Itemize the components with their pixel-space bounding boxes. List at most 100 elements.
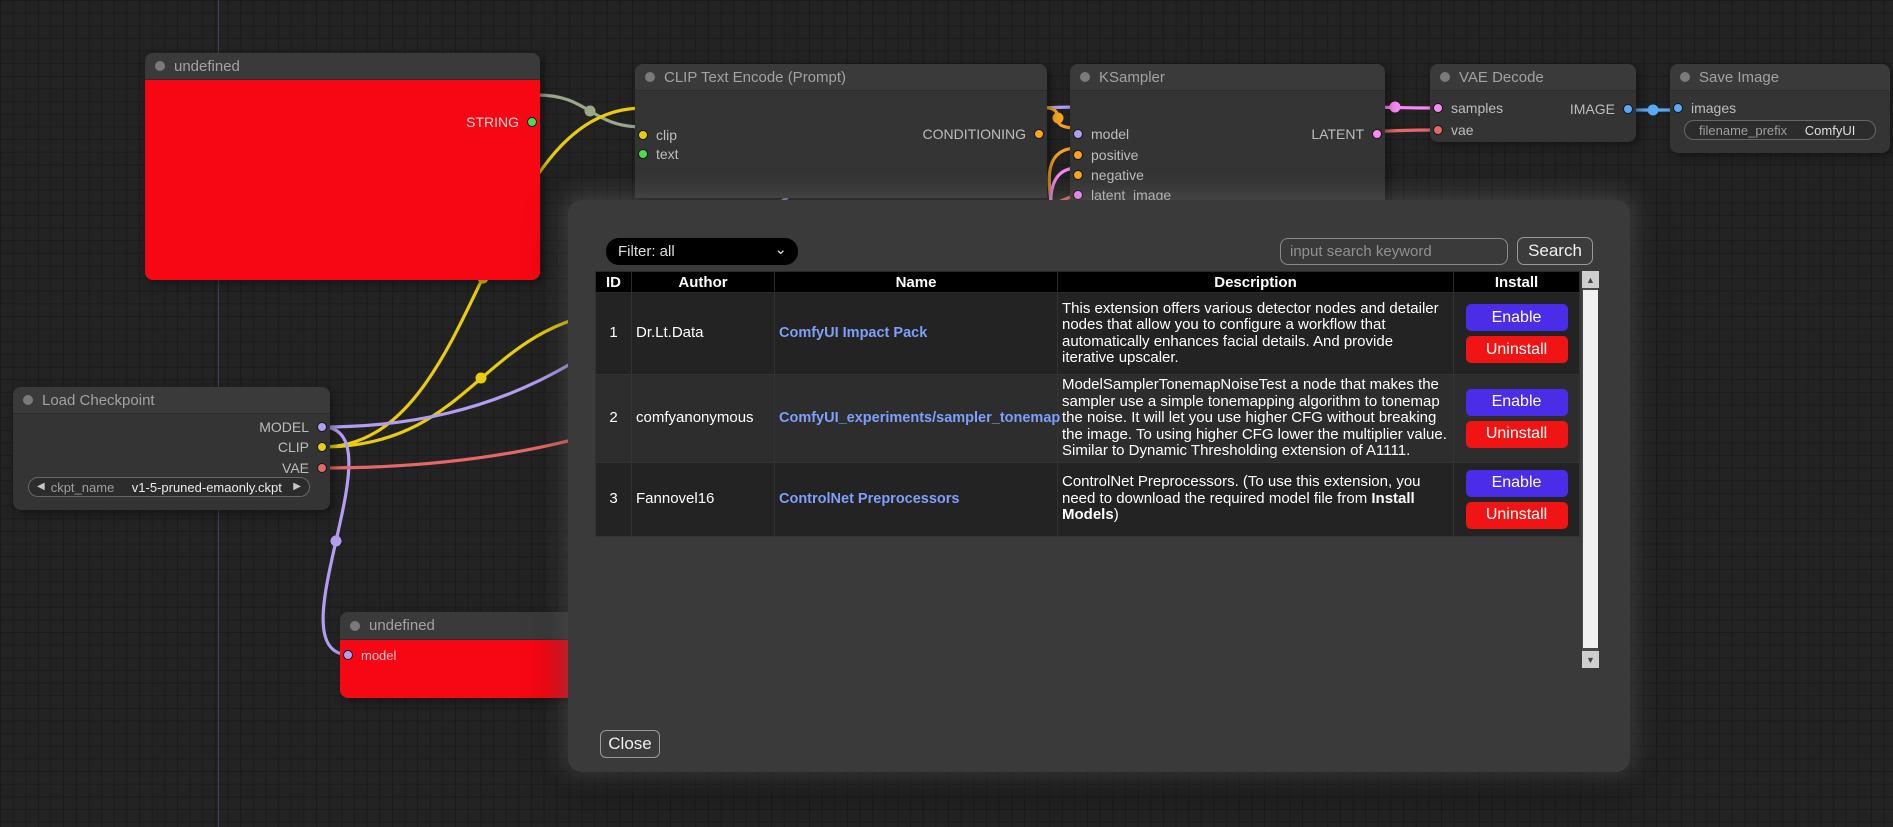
text-input-dot[interactable] — [638, 149, 648, 159]
cell-id: 3 — [596, 462, 632, 536]
node-ksampler[interactable]: KSampler model positive negative latent_… — [1070, 64, 1385, 208]
input-slot-samples: samples — [1430, 98, 1503, 118]
node-status-dot — [645, 72, 655, 82]
clip-output-dot[interactable] — [317, 442, 327, 452]
node-status-dot — [1440, 72, 1450, 82]
uninstall-button[interactable]: Uninstall — [1466, 336, 1568, 363]
images-input-dot[interactable] — [1673, 103, 1683, 113]
clip-input-dot[interactable] — [638, 130, 648, 140]
column-header-author: Author — [632, 272, 775, 293]
slot-label: model — [361, 648, 396, 663]
node-clip-text-encode[interactable]: CLIP Text Encode (Prompt) clip text COND… — [635, 64, 1047, 198]
output-slot-clip: CLIP — [278, 437, 330, 457]
extension-name-link[interactable]: ComfyUI_experiments/sampler_tonemap — [779, 410, 1060, 426]
node-status-dot — [350, 621, 360, 631]
vae-input-dot[interactable] — [1433, 125, 1443, 135]
input-slot-positive: positive — [1070, 145, 1138, 165]
ckpt-name-widget[interactable]: ◀ ckpt_name v1-5-pruned-emaonly.ckpt ▶ — [28, 477, 310, 497]
slot-label: positive — [1091, 147, 1138, 163]
extension-name-link[interactable]: ComfyUI Impact Pack — [779, 325, 927, 341]
node-title: CLIP Text Encode (Prompt) — [664, 69, 846, 86]
column-header-id: ID — [596, 272, 632, 293]
input-slot-text: text — [635, 144, 679, 164]
extension-row: 3Fannovel16ControlNet PreprocessorsContr… — [596, 462, 1580, 536]
slot-label: LATENT — [1311, 126, 1364, 142]
uninstall-button[interactable]: Uninstall — [1466, 502, 1568, 529]
output-slot-model: MODEL — [259, 417, 330, 437]
node-title: Load Checkpoint — [42, 392, 155, 409]
widget-value: ComfyUI — [1793, 123, 1867, 138]
model-input-dot[interactable] — [1073, 129, 1083, 139]
cell-install: Enable Uninstall — [1454, 462, 1580, 536]
enable-button[interactable]: Enable — [1466, 470, 1568, 497]
widget-value: v1-5-pruned-emaonly.ckpt — [120, 480, 293, 495]
node-load-checkpoint[interactable]: Load Checkpoint MODEL CLIP VAE ◀ ckpt_na… — [13, 387, 330, 510]
node-title: VAE Decode — [1459, 69, 1544, 86]
extension-grid: IDAuthorNameDescriptionInstall 1Dr.Lt.Da… — [595, 271, 1598, 668]
prev-arrow-icon[interactable]: ◀ — [37, 482, 45, 492]
slot-label: MODEL — [259, 419, 309, 435]
cell-description: This extension offers various detector n… — [1058, 293, 1454, 375]
cell-install: Enable Uninstall — [1454, 375, 1580, 463]
negative-input-dot[interactable] — [1073, 170, 1083, 180]
close-button[interactable]: Close — [600, 730, 660, 758]
cell-id: 2 — [596, 375, 632, 463]
scroll-up-arrow[interactable]: ▲ — [1582, 271, 1599, 288]
scrollbar-thumb[interactable] — [1583, 290, 1598, 648]
cell-id: 1 — [596, 293, 632, 375]
extension-row: 1Dr.Lt.DataComfyUI Impact PackThis exten… — [596, 293, 1580, 375]
node-title: undefined — [174, 58, 240, 75]
node-status-dot — [1080, 72, 1090, 82]
enable-button[interactable]: Enable — [1466, 304, 1568, 331]
input-slot-clip: clip — [635, 125, 677, 145]
node-title: KSampler — [1099, 69, 1165, 86]
latent-image-input-dot[interactable] — [1073, 190, 1083, 200]
output-slot-vae: VAE — [282, 458, 330, 478]
cell-description: ControlNet Preprocessors. (To use this e… — [1058, 462, 1454, 536]
node-status-dot — [155, 61, 165, 71]
table-header-row: IDAuthorNameDescriptionInstall — [596, 272, 1580, 293]
search-button[interactable]: Search — [1517, 237, 1593, 265]
uninstall-button[interactable]: Uninstall — [1466, 421, 1568, 448]
node-status-dot — [23, 395, 33, 405]
cell-name: ControlNet Preprocessors — [775, 462, 1058, 536]
description-text: This extension offers various detector n… — [1062, 300, 1439, 367]
slot-label: samples — [1451, 100, 1503, 116]
node-save-image[interactable]: Save Image images filename_prefix ComfyU… — [1670, 64, 1890, 153]
output-slot-image: IMAGE — [1570, 99, 1636, 119]
vae-output-dot[interactable] — [317, 463, 327, 473]
conditioning-output-dot[interactable] — [1034, 129, 1044, 139]
widget-label: ckpt_name — [51, 480, 115, 495]
vertical-scrollbar[interactable]: ▲ ▼ — [1582, 271, 1598, 668]
image-output-dot[interactable] — [1623, 104, 1633, 114]
slot-label: vae — [1451, 122, 1474, 138]
scroll-down-arrow[interactable]: ▼ — [1582, 651, 1599, 668]
positive-input-dot[interactable] — [1073, 150, 1083, 160]
column-header-name: Name — [775, 272, 1058, 293]
extension-table: IDAuthorNameDescriptionInstall 1Dr.Lt.Da… — [595, 271, 1580, 537]
output-slot-conditioning: CONDITIONING — [923, 124, 1047, 144]
model-output-dot[interactable] — [317, 422, 327, 432]
node-undefined-model[interactable]: undefined model — [340, 612, 590, 698]
search-input[interactable] — [1280, 238, 1508, 265]
string-output-dot[interactable] — [527, 117, 537, 127]
node-title: Save Image — [1699, 69, 1779, 86]
enable-button[interactable]: Enable — [1466, 389, 1568, 416]
latent-output-dot[interactable] — [1372, 129, 1382, 139]
input-slot-model: model — [340, 645, 396, 665]
slot-label: IMAGE — [1570, 101, 1615, 117]
next-arrow-icon[interactable]: ▶ — [293, 482, 301, 492]
model-input-dot[interactable] — [343, 650, 353, 660]
samples-input-dot[interactable] — [1433, 103, 1443, 113]
slot-label: images — [1691, 100, 1736, 116]
extension-name-link[interactable]: ControlNet Preprocessors — [779, 491, 960, 507]
filter-select[interactable]: Filter: all — [606, 238, 798, 265]
node-status-dot — [1680, 72, 1690, 82]
node-vae-decode[interactable]: VAE Decode samples vae IMAGE — [1430, 64, 1636, 142]
description-text: ) — [1114, 506, 1119, 523]
node-undefined-string[interactable]: undefined STRING — [145, 53, 540, 280]
filename-prefix-widget[interactable]: filename_prefix ComfyUI — [1684, 120, 1876, 140]
output-slot-latent: LATENT — [1311, 124, 1385, 144]
cell-name: ComfyUI Impact Pack — [775, 293, 1058, 375]
extension-row: 2comfyanonymousComfyUI_experiments/sampl… — [596, 375, 1580, 463]
